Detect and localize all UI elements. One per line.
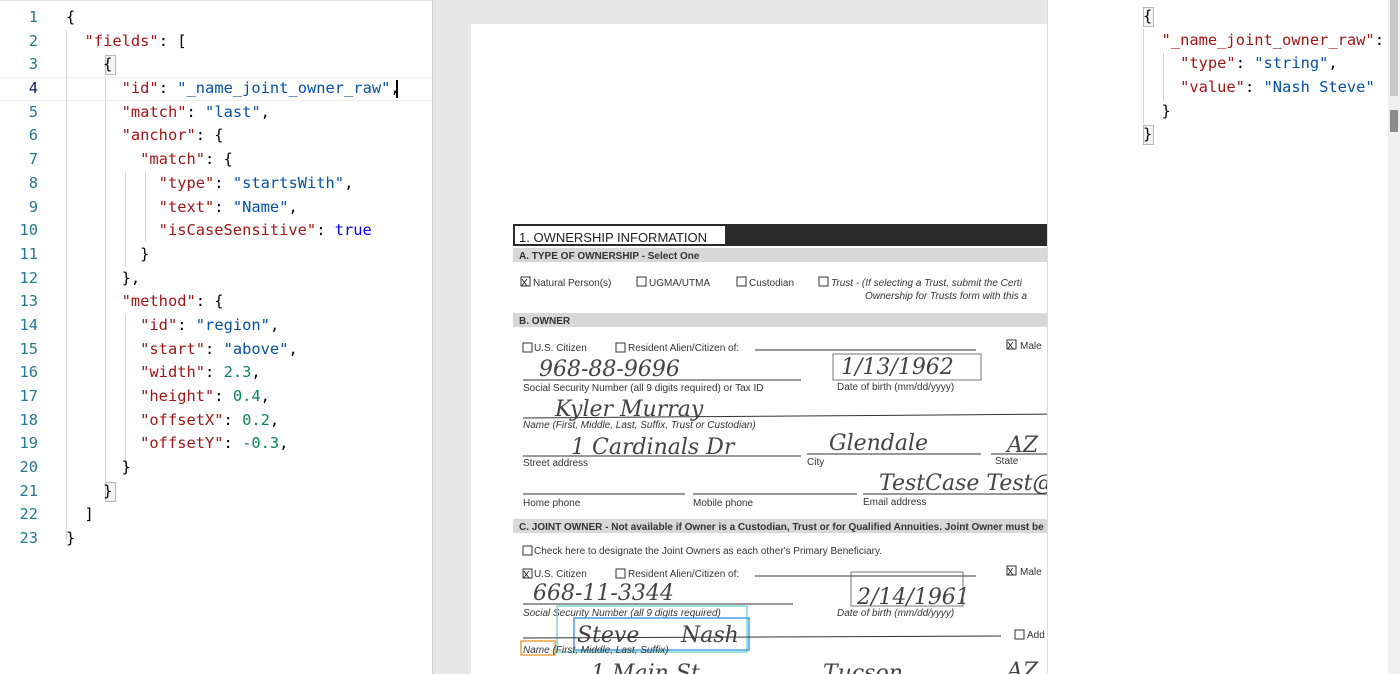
line-number: 2 [28,31,38,50]
male-label: Male [1020,341,1042,352]
opt-ugma-label: UGMA/UTMA [649,278,710,289]
section-b-label: B. OWNER [519,316,571,327]
config-editor[interactable]: 1{ 2 "fields": [ 3 { 4 "id": "_name_join… [0,0,432,674]
line-number: 18 [19,410,38,429]
ssn-label: Social Security Number (all 9 digits req… [523,383,763,394]
joint-ssn-handwriting: 668-11-3344 [533,581,674,606]
checkbox-beneficiary [522,545,533,556]
line-number: 17 [19,387,38,405]
method-id-value[interactable]: region [205,316,261,334]
line-number: 11 [19,244,38,263]
joint-street-handwriting: 1 Main St [591,661,700,674]
vertical-scrollbar[interactable] [1388,0,1400,674]
line-number: 8 [28,173,38,192]
output-key[interactable]: _name_joint_owner_raw [1171,31,1366,49]
checkbox-add [1014,629,1025,640]
output-editor[interactable]: 1{ 2 "_name_joint_owner_raw": { 3 "type"… [1047,0,1400,674]
resident-alien-label-2: Resident Alien/Citizen of: [628,569,739,580]
joint-last-name-handwriting: Nash [680,623,739,648]
document-viewer[interactable]: 1. OWNERSHIP INFORMATION A. TYPE OF OWNE… [432,0,1047,674]
checkbox-custodian [736,276,747,287]
checkbox-mark: X [1007,341,1014,352]
owner-dob-handwriting: 1/13/1962 [841,355,954,380]
us-citizen-label: U.S. Citizen [534,343,587,354]
checkbox-trust [818,276,829,287]
output-type-value[interactable]: string [1264,54,1320,72]
opt-trust-label-2: Ownership for Trusts form with this a [865,291,1028,302]
case-sensitive-value[interactable]: true [335,221,372,239]
checkbox-resident [615,342,626,353]
scanned-form: 1. OWNERSHIP INFORMATION A. TYPE OF OWNE… [513,224,1047,674]
checkbox-mark: X [1007,567,1014,578]
owner-email-handwriting: TestCase Test@Ar [879,471,1047,496]
anchor-type-value[interactable]: startsWith [242,174,335,192]
scrollbar-position-marker [1390,110,1398,132]
width-value[interactable]: 2.3 [224,363,252,381]
email-label: Email address [863,497,926,508]
checkbox-resident-2 [615,568,626,579]
opt-trust-label: Trust - (If selecting a Trust, submit th… [831,278,1023,289]
offsetx-value[interactable]: 0.2 [242,411,270,429]
section-b-bar [513,313,1047,327]
line-number: 15 [19,339,38,358]
street-label: Street address [523,458,588,469]
opt-custodian-label: Custodian [749,278,794,289]
checkbox-us-citizen [522,342,533,353]
field-id-value[interactable]: _name_joint_owner_raw [187,79,382,97]
document-page: 1. OWNERSHIP INFORMATION A. TYPE OF OWNE… [471,24,1047,674]
beneficiary-label: Check here to designate the Joint Owners… [534,546,882,557]
line-number: 10 [19,221,38,240]
offsety-value[interactable]: -0.3 [242,434,279,452]
line-number: 4 [28,79,38,98]
joint-state-handwriting: AZ [1005,659,1039,674]
config-code[interactable]: 1{ 2 "fields": [ 3 { 4 "id": "_name_join… [0,6,432,551]
checkbox-mark: X [523,570,530,581]
text-cursor [396,80,398,99]
line-number: 12 [19,268,38,287]
height-value[interactable]: 0.4 [233,387,261,405]
owner-ssn-handwriting: 968-88-9696 [539,357,680,382]
dob-label: Date of birth (mm/dd/yyyy) [837,382,954,393]
line-number: 13 [19,292,38,311]
city-label: City [807,457,824,468]
owner-name-handwriting: Kyler Murray [554,397,704,422]
home-phone-label: Home phone [523,498,581,509]
state-label: State [995,456,1019,467]
us-citizen-label-2: U.S. Citizen [534,569,587,580]
output-code[interactable]: 1{ 2 "_name_joint_owner_raw": { 3 "type"… [1048,5,1400,147]
line-number: 5 [28,102,38,121]
method-start-value[interactable]: above [233,340,279,358]
joint-city-handwriting: Tucson [823,661,903,674]
owner-city-handwriting: Glendale [829,431,928,456]
opt-natural-label: Natural Person(s) [533,278,611,289]
line-number: 3 [28,55,38,74]
line-number: 1 [28,8,38,26]
line-number: 6 [28,126,38,145]
add-label: Add [1027,630,1045,641]
line-number: 21 [19,481,38,500]
line-number: 16 [19,363,38,382]
match-value[interactable]: last [214,103,251,121]
male-label-2: Male [1020,567,1042,578]
name-label: Name (First, Middle, Last, Suffix, Trust… [523,420,756,431]
section-title: 1. OWNERSHIP INFORMATION [519,230,707,245]
mobile-phone-label: Mobile phone [693,498,753,509]
section-c-label: C. JOINT OWNER - Not available if Owner … [519,522,1044,533]
line-number: 14 [19,315,38,334]
checkbox-ugma [636,276,647,287]
line-number: 23 [19,529,38,548]
dob-label-2: Date of birth (mm/dd/yyyy) [837,608,954,619]
section-a-label: A. TYPE OF OWNERSHIP - Select One [519,251,700,262]
resident-alien-label: Resident Alien/Citizen of: [628,343,739,354]
scrollbar-thumb[interactable] [1390,0,1398,96]
line-number: 20 [19,458,38,477]
line-number: 7 [28,150,38,169]
checkbox-mark: X [521,278,528,289]
anchor-text-value[interactable]: Name [242,198,279,216]
output-value[interactable]: Nash Steve [1273,78,1366,96]
name-label-2: Name (First, Middle, Last, Suffix) [523,645,669,656]
line-number: 19 [19,434,38,453]
line-number: 9 [28,197,38,216]
line-number: 22 [19,505,38,524]
